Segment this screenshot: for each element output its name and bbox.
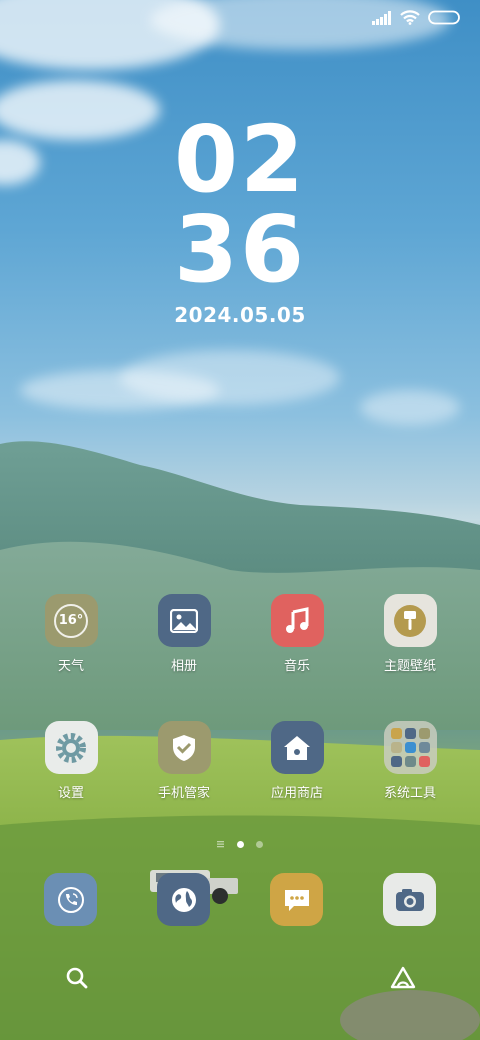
page-dot bbox=[217, 841, 224, 848]
app-label: 手机管家 bbox=[157, 786, 210, 801]
app-security[interactable]: 手机管家 bbox=[134, 721, 234, 801]
app-store[interactable]: 应用商店 bbox=[247, 721, 347, 801]
folder-icon bbox=[383, 721, 437, 774]
app-theme[interactable]: 主题壁纸 bbox=[360, 594, 460, 674]
app-label: 系统工具 bbox=[383, 786, 436, 801]
clock-minute[interactable]: 36 bbox=[0, 200, 480, 300]
page-dot bbox=[256, 840, 263, 848]
app-store-icon bbox=[270, 721, 324, 774]
assistant-icon[interactable] bbox=[389, 964, 417, 992]
music-icon bbox=[270, 594, 324, 647]
weather-temp-badge: 16° bbox=[54, 603, 88, 638]
browser-icon[interactable] bbox=[157, 873, 210, 926]
app-gallery[interactable]: 相册 bbox=[134, 594, 234, 674]
wifi-icon bbox=[400, 10, 420, 25]
date-label: 2024.05.05 bbox=[174, 303, 306, 327]
app-settings[interactable]: 设置 bbox=[21, 721, 121, 801]
battery-icon bbox=[428, 10, 460, 25]
security-icon bbox=[157, 721, 211, 774]
page-dot-active bbox=[237, 840, 244, 848]
cloud bbox=[120, 350, 340, 405]
signal-icon bbox=[372, 10, 391, 25]
gallery-icon bbox=[157, 594, 211, 647]
cloud bbox=[360, 390, 460, 425]
app-label: 天气 bbox=[57, 659, 84, 674]
clock-hour[interactable]: 02 bbox=[0, 110, 480, 210]
camera-icon[interactable] bbox=[383, 873, 436, 926]
app-label: 主题壁纸 bbox=[383, 659, 436, 674]
app-folder-tools[interactable]: 系统工具 bbox=[360, 721, 460, 801]
home-screen: 02 36 2024.05.05 16° 天气 相册 音乐 主题壁纸 设置 手机… bbox=[0, 0, 480, 1040]
messages-icon[interactable] bbox=[270, 873, 323, 926]
app-label: 应用商店 bbox=[270, 786, 323, 801]
status-bar bbox=[372, 10, 460, 25]
settings-icon bbox=[44, 721, 98, 774]
weather-icon: 16° bbox=[44, 594, 98, 647]
theme-icon bbox=[383, 594, 437, 647]
app-label: 相册 bbox=[170, 659, 197, 674]
search-icon[interactable] bbox=[63, 964, 91, 992]
page-indicator[interactable] bbox=[0, 840, 480, 848]
app-label: 设置 bbox=[57, 786, 84, 801]
app-label: 音乐 bbox=[283, 659, 310, 674]
app-weather[interactable]: 16° 天气 bbox=[21, 594, 121, 674]
app-music[interactable]: 音乐 bbox=[247, 594, 347, 674]
phone-icon[interactable] bbox=[44, 873, 97, 926]
